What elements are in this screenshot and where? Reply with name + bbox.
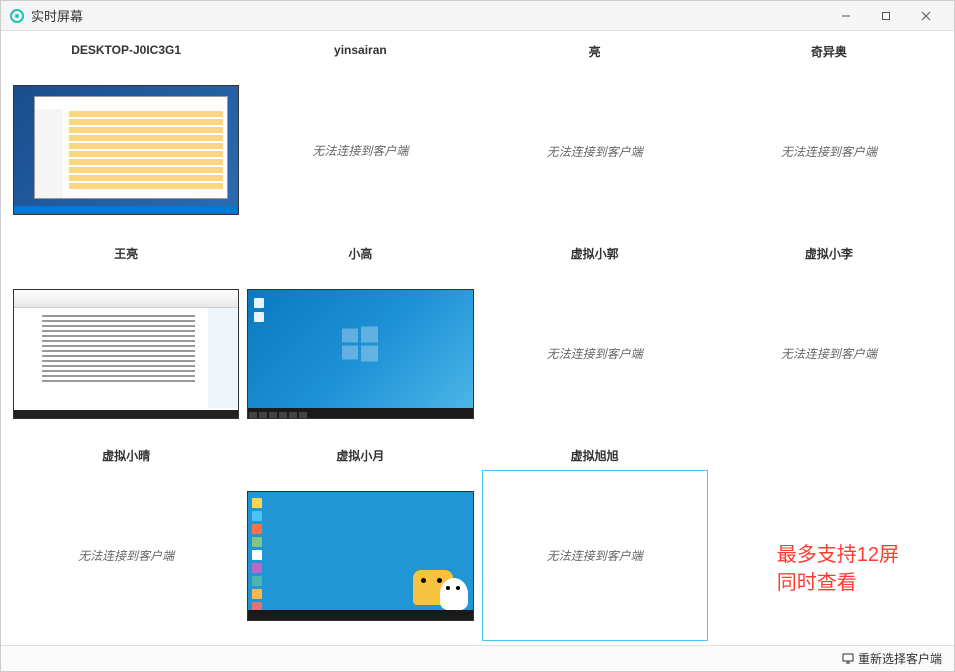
client-name: 小高 xyxy=(348,245,372,262)
client-cell[interactable]: 虚拟旭旭无法连接到客户端 xyxy=(482,447,708,641)
minimize-button[interactable] xyxy=(826,2,866,30)
screen-thumbnail[interactable] xyxy=(13,85,239,215)
client-cell[interactable]: 虚拟小月 xyxy=(247,447,473,641)
window-controls xyxy=(826,2,946,30)
client-preview[interactable]: 无法连接到客户端 xyxy=(13,470,239,641)
offline-message: 无法连接到客户端 xyxy=(781,143,877,160)
window-title: 实时屏幕 xyxy=(31,6,826,25)
client-cell[interactable]: 小高 xyxy=(247,245,473,439)
client-name: yinsairan xyxy=(334,43,387,57)
client-preview[interactable] xyxy=(13,63,239,237)
client-cell[interactable]: 虚拟小晴无法连接到客户端 xyxy=(13,447,239,641)
footer: 重新选择客户端 xyxy=(1,645,954,671)
screen-thumbnail[interactable] xyxy=(13,289,239,419)
client-preview[interactable] xyxy=(247,470,473,641)
offline-message: 无法连接到客户端 xyxy=(547,143,643,160)
client-cell[interactable] xyxy=(716,447,942,641)
client-preview[interactable]: 无法连接到客户端 xyxy=(716,66,942,237)
offline-message: 无法连接到客户端 xyxy=(547,345,643,362)
client-cell[interactable]: yinsairan 无法连接到客户端 xyxy=(247,43,473,237)
client-cell[interactable]: 王亮 xyxy=(13,245,239,439)
client-name: 虚拟小月 xyxy=(336,447,384,464)
client-preview[interactable]: 无法连接到客户端 xyxy=(482,470,708,641)
client-preview[interactable] xyxy=(247,268,473,439)
refresh-icon xyxy=(842,653,854,665)
offline-message: 无法连接到客户端 xyxy=(781,345,877,362)
maximize-button[interactable] xyxy=(866,2,906,30)
client-name: 王亮 xyxy=(114,245,138,262)
close-button[interactable] xyxy=(906,2,946,30)
client-name: DESKTOP-J0IC3G1 xyxy=(71,43,181,57)
client-preview[interactable]: 无法连接到客户端 xyxy=(482,66,708,237)
client-cell[interactable]: DESKTOP-J0IC3G1 xyxy=(13,43,239,237)
grid-content: DESKTOP-J0IC3G1 yinsairan无法连接到客户端亮无法连接到客… xyxy=(1,31,954,645)
screen-thumbnail[interactable] xyxy=(247,289,473,419)
client-cell[interactable]: 奇异奥无法连接到客户端 xyxy=(716,43,942,237)
offline-message: 无法连接到客户端 xyxy=(78,547,174,564)
client-name: 奇异奥 xyxy=(811,43,847,60)
client-cell[interactable]: 虚拟小李无法连接到客户端 xyxy=(716,245,942,439)
screen-thumbnail[interactable] xyxy=(247,491,473,621)
client-name: 亮 xyxy=(589,43,601,60)
reselect-clients-button[interactable]: 重新选择客户端 xyxy=(842,650,942,667)
app-window: 实时屏幕 DESKTOP-J0IC3G1 yinsairan无法连接到客户端亮无… xyxy=(0,0,955,672)
offline-message: 无法连接到客户端 xyxy=(312,142,408,159)
client-cell[interactable]: 虚拟小郭无法连接到客户端 xyxy=(482,245,708,439)
client-cell[interactable]: 亮无法连接到客户端 xyxy=(482,43,708,237)
client-preview[interactable] xyxy=(716,447,942,641)
offline-message: 无法连接到客户端 xyxy=(547,547,643,564)
client-preview[interactable] xyxy=(13,268,239,439)
client-name: 虚拟小郭 xyxy=(571,245,619,262)
client-preview[interactable]: 无法连接到客户端 xyxy=(247,63,473,237)
titlebar[interactable]: 实时屏幕 xyxy=(1,1,954,31)
client-name: 虚拟小晴 xyxy=(102,447,150,464)
reselect-label: 重新选择客户端 xyxy=(858,650,942,667)
client-name: 虚拟小李 xyxy=(805,245,853,262)
app-icon xyxy=(9,8,25,24)
client-name: 虚拟旭旭 xyxy=(571,447,619,464)
client-preview[interactable]: 无法连接到客户端 xyxy=(482,268,708,439)
client-preview[interactable]: 无法连接到客户端 xyxy=(716,268,942,439)
